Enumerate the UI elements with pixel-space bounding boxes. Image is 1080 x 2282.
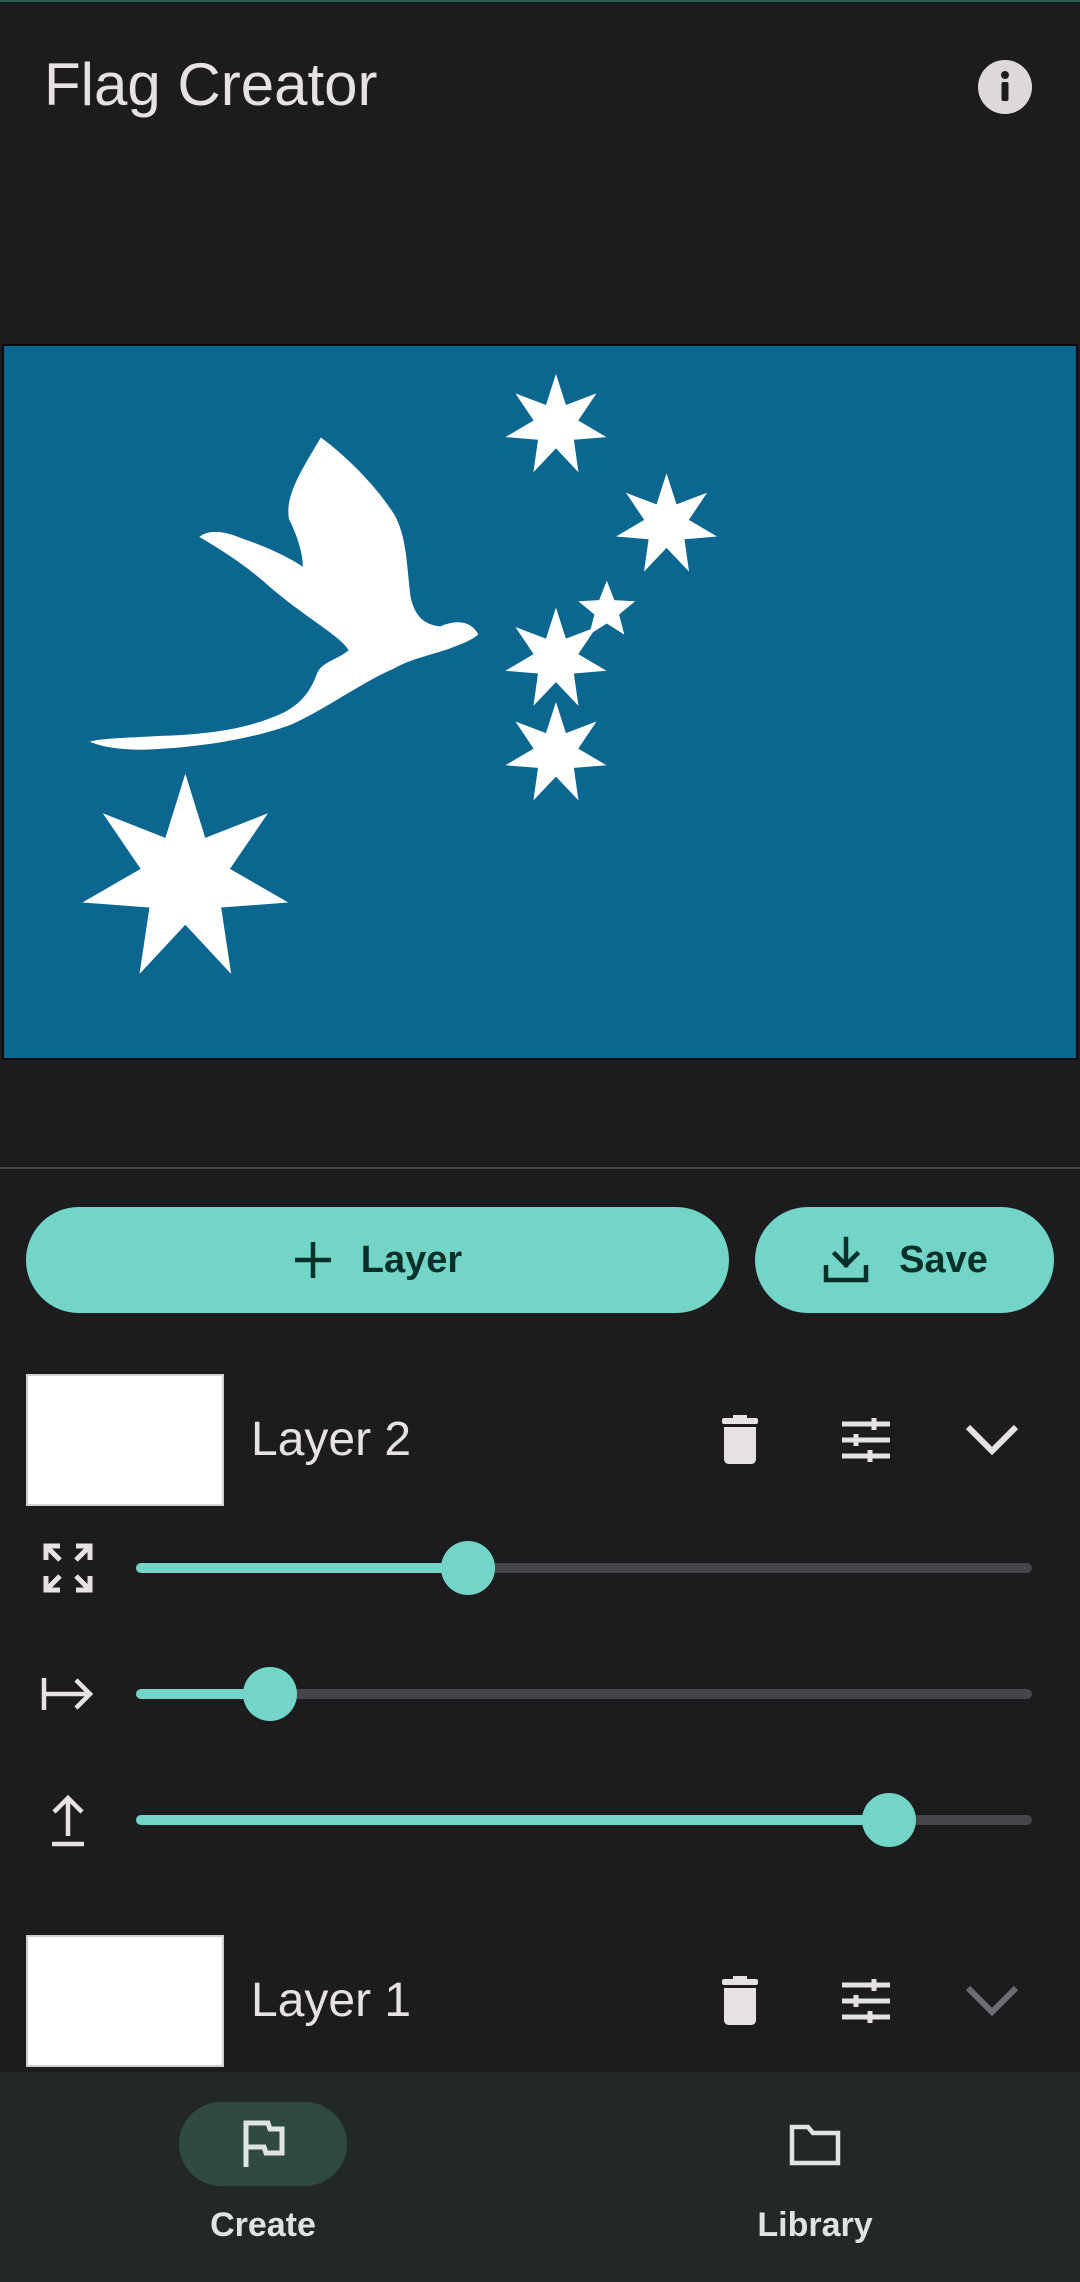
download-icon — [821, 1235, 871, 1285]
add-layer-label: Layer — [360, 1238, 463, 1281]
layer-row-2[interactable]: Layer 2 — [0, 1374, 1080, 1506]
horizontal-slider-row — [0, 1654, 1080, 1734]
vertical-slider-row — [0, 1780, 1080, 1860]
chevron-down-icon[interactable] — [958, 1406, 1026, 1474]
bottom-navigation: Create Library — [0, 2072, 1080, 2282]
folder-icon — [789, 2124, 841, 2166]
size-slider-thumb[interactable] — [440, 1541, 495, 1595]
horizontal-slider-thumb[interactable] — [243, 1667, 298, 1721]
trash-icon[interactable] — [706, 1406, 774, 1474]
nav-inactive-indicator — [731, 2102, 899, 2186]
size-slider-fill — [136, 1563, 468, 1573]
app-bar: Flag Creator — [0, 0, 1080, 176]
add-layer-button[interactable]: Layer — [26, 1207, 729, 1313]
save-button[interactable]: Save — [755, 1207, 1054, 1313]
chevron-down-icon[interactable] — [958, 1967, 1026, 2035]
layer-name: Layer 2 — [251, 1413, 412, 1466]
page-title: Flag Creator — [44, 51, 378, 118]
flag-icon — [243, 2120, 285, 2167]
nav-label-create: Create — [210, 2206, 316, 2244]
vertical-slider-thumb[interactable] — [861, 1793, 916, 1847]
horizontal-position-slider[interactable] — [136, 1667, 1032, 1721]
info-icon[interactable] — [978, 60, 1032, 114]
layer-thumbnail[interactable] — [26, 1374, 224, 1506]
nav-item-create[interactable]: Create — [104, 2102, 404, 2262]
plus-icon — [293, 1240, 333, 1280]
layer-thumbnail[interactable] — [26, 1935, 224, 2067]
section-divider — [0, 1167, 1080, 1169]
arrow-up-icon — [38, 1790, 98, 1850]
resize-icon — [38, 1538, 98, 1598]
nav-label-library: Library — [757, 2206, 873, 2244]
tune-icon[interactable] — [832, 1406, 900, 1474]
flag-preview — [2, 344, 1078, 1060]
size-slider-row — [0, 1528, 1080, 1608]
vertical-slider-fill — [136, 1815, 889, 1825]
size-slider[interactable] — [136, 1541, 1032, 1595]
trash-icon[interactable] — [706, 1967, 774, 2035]
nav-item-library[interactable]: Library — [656, 2102, 956, 2262]
vertical-position-slider[interactable] — [136, 1793, 1032, 1847]
save-label: Save — [899, 1238, 988, 1281]
tune-icon[interactable] — [832, 1967, 900, 2035]
arrow-right-icon — [38, 1664, 98, 1724]
layer-row-1[interactable]: Layer 1 — [0, 1935, 1080, 2067]
layer-name: Layer 1 — [251, 1974, 412, 2027]
nav-active-indicator — [179, 2102, 347, 2186]
